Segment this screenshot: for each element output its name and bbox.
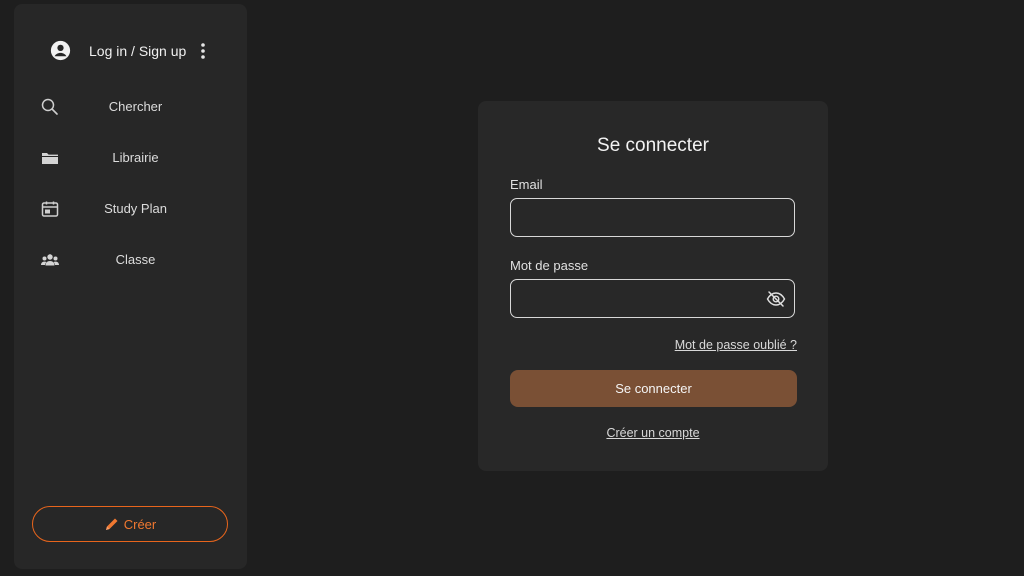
password-field-box: [510, 279, 795, 319]
email-field-box: [510, 198, 795, 238]
sidebar-item-chercher[interactable]: Chercher: [28, 88, 233, 126]
forgot-password-link[interactable]: Mot de passe oublié ?: [675, 338, 797, 352]
sidebar-item-label: Study Plan: [104, 201, 167, 216]
sidebar: Log in / Sign up Chercher Librairie Stud…: [14, 4, 247, 569]
sidebar-item-librairie[interactable]: Librairie: [28, 139, 233, 177]
login-title: Se connecter: [597, 135, 709, 156]
folder-icon: [42, 153, 58, 164]
email-field[interactable]: [521, 199, 765, 238]
login-card: Se connecter Email Mot de passe Mot de p…: [478, 101, 828, 471]
pencil-icon: [105, 518, 118, 530]
sidebar-item-study-plan[interactable]: Study Plan: [28, 190, 233, 228]
calendar-icon: [41, 201, 59, 217]
sidebar-item-label: Chercher: [108, 99, 163, 114]
account-row[interactable]: Log in / Sign up: [14, 32, 247, 70]
create-account-link[interactable]: Créer un compte: [606, 426, 699, 440]
email-label: Email: [510, 177, 543, 192]
more-vertical-icon[interactable]: [197, 40, 209, 62]
login-submit-button[interactable]: Se connecter: [510, 370, 797, 407]
user-circle-icon: [50, 40, 71, 61]
password-field[interactable]: [521, 280, 765, 319]
create-button-label: Créer: [123, 516, 157, 532]
sidebar-item-label: Librairie: [112, 150, 159, 165]
signup-link-row: Créer un compte: [478, 426, 828, 440]
sidebar-item-label: Classe: [115, 252, 156, 267]
login-signup-link[interactable]: Log in / Sign up: [89, 43, 186, 59]
eye-off-icon[interactable]: [766, 289, 786, 309]
group-icon: [41, 254, 59, 266]
sidebar-item-classe[interactable]: Classe: [28, 241, 233, 279]
password-label: Mot de passe: [510, 258, 589, 273]
search-icon: [41, 98, 58, 115]
login-submit-label: Se connecter: [615, 381, 692, 396]
create-button[interactable]: Créer: [32, 506, 228, 542]
